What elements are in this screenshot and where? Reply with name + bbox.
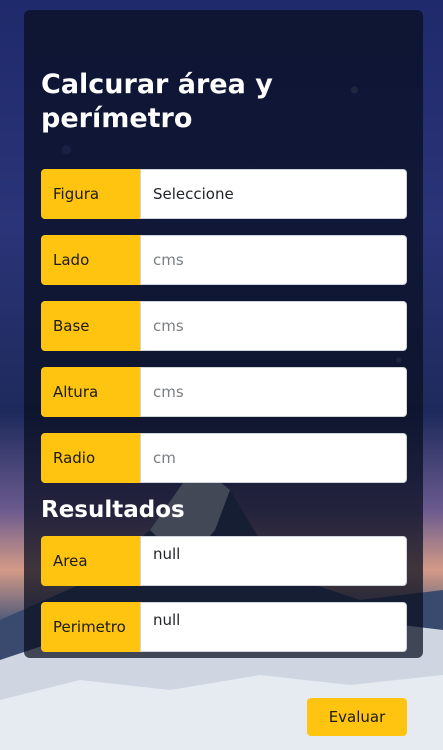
base-label: Base (41, 301, 140, 351)
area-output: null (140, 536, 407, 586)
figure-row: Figura Seleccione (41, 169, 407, 219)
altura-label: Altura (41, 367, 140, 417)
page-title: Calcurar área y perímetro (41, 69, 273, 134)
radio-label: Radio (41, 433, 140, 483)
base-input[interactable] (140, 301, 407, 351)
figure-label: Figura (41, 169, 140, 219)
altura-row: Altura (41, 367, 407, 417)
area-label: Area (41, 536, 140, 586)
lado-label: Lado (41, 235, 140, 285)
radio-input[interactable] (140, 433, 407, 483)
altura-input[interactable] (140, 367, 407, 417)
figure-select[interactable]: Seleccione (140, 169, 407, 219)
lado-input[interactable] (140, 235, 407, 285)
lado-row: Lado (41, 235, 407, 285)
perimetro-row: Perimetro null (41, 602, 407, 652)
perimetro-output: null (140, 602, 407, 652)
evaluate-button[interactable]: Evaluar (307, 698, 407, 736)
base-row: Base (41, 301, 407, 351)
area-row: Area null (41, 536, 407, 586)
radio-row: Radio (41, 433, 407, 483)
perimetro-label: Perimetro (41, 602, 140, 652)
results-heading: Resultados (41, 497, 185, 523)
